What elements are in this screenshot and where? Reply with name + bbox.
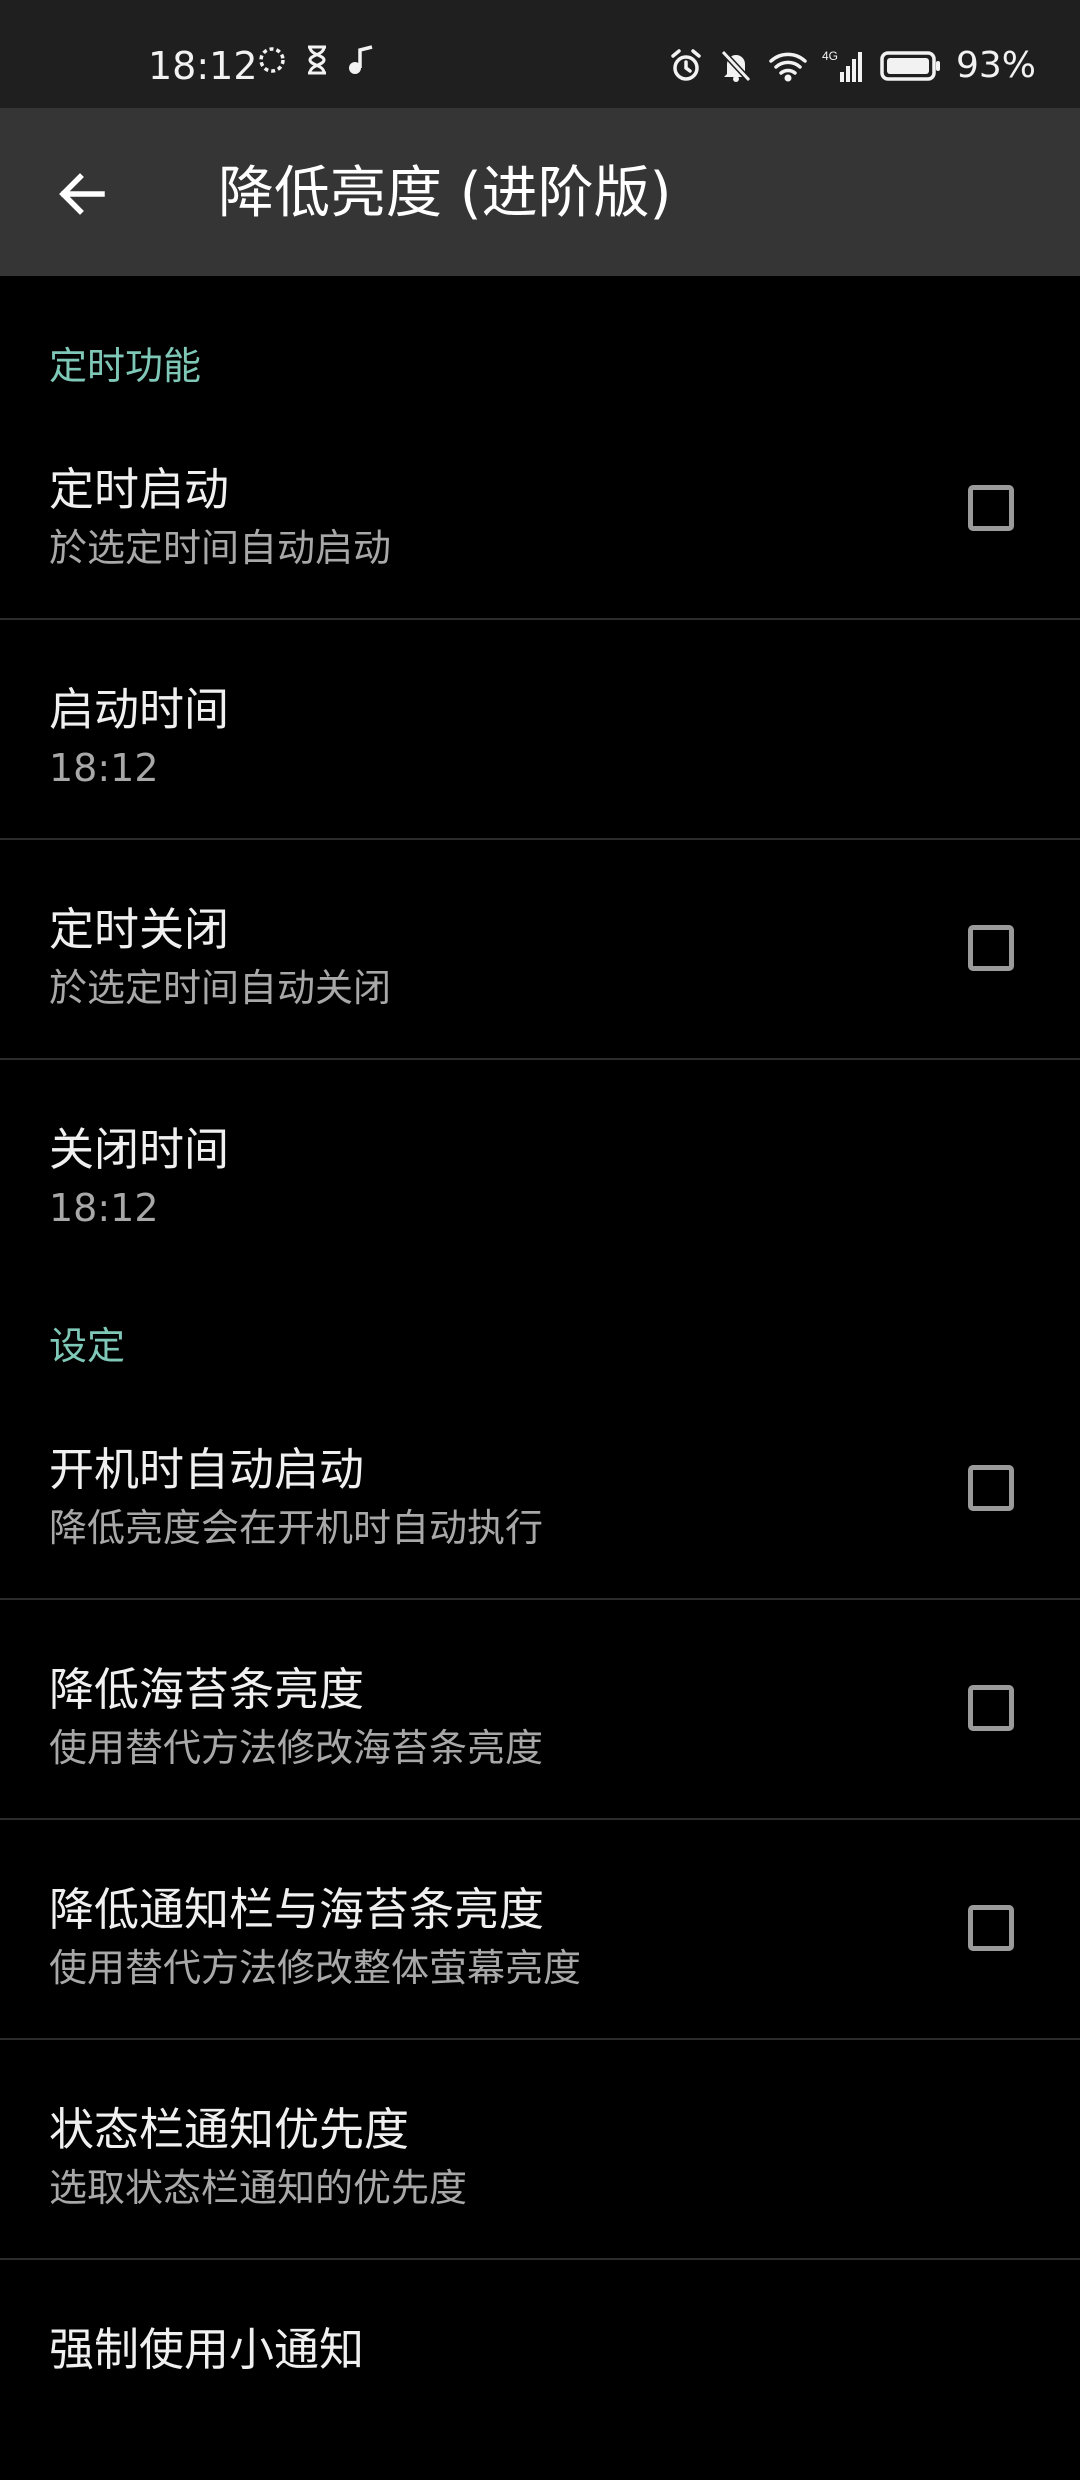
section-header-label: 设定 xyxy=(49,1324,126,1368)
network-label: 4G xyxy=(822,49,838,63)
pref-summary: 选取状态栏通知的优先度 xyxy=(49,2166,468,2210)
pref-summary: 於选定时间自动启动 xyxy=(49,526,392,570)
section-header-timer: 定时功能 xyxy=(0,276,1080,400)
pref-title: 定时关闭 xyxy=(49,903,230,956)
pref-summary: 於选定时间自动关闭 xyxy=(49,966,392,1010)
pref-title: 开机时自动启动 xyxy=(49,1443,365,1496)
pref-summary: 降低亮度会在开机时自动执行 xyxy=(49,1506,544,1550)
section-header-label: 定时功能 xyxy=(49,344,202,388)
status-left-icons xyxy=(256,44,376,76)
pref-title: 关闭时间 xyxy=(49,1123,230,1176)
pref-title: 启动时间 xyxy=(49,683,230,736)
pref-dim-navbar[interactable]: 降低海苔条亮度 使用替代方法修改海苔条亮度 xyxy=(0,1600,1080,1820)
status-right-icons: 4G 93% xyxy=(668,44,1036,88)
sync-circle-icon xyxy=(256,44,288,76)
pref-dim-statusbar-navbar[interactable]: 降低通知栏与海苔条亮度 使用替代方法修改整体萤幕亮度 xyxy=(0,1820,1080,2040)
wifi-icon xyxy=(768,48,808,84)
bell-muted-icon xyxy=(718,48,754,84)
pref-title: 强制使用小通知 xyxy=(49,2323,365,2376)
battery-icon xyxy=(880,49,942,83)
hourglass-icon xyxy=(304,44,330,76)
pref-title: 降低海苔条亮度 xyxy=(49,1663,365,1716)
section-header-settings: 设定 xyxy=(0,1280,1080,1380)
pref-force-small-notification[interactable]: 强制使用小通知 xyxy=(0,2260,1080,2480)
pref-summary: 18:12 xyxy=(49,1186,159,1230)
pref-start-time[interactable]: 启动时间 18:12 xyxy=(0,620,1080,840)
dim-navbar-checkbox[interactable] xyxy=(968,1685,1014,1731)
dim-statusbar-navbar-checkbox[interactable] xyxy=(968,1905,1014,1951)
pref-title: 定时启动 xyxy=(49,463,230,516)
battery-percent: 93% xyxy=(955,45,1036,86)
signal-4g-icon: 4G xyxy=(822,48,866,84)
arrow-back-icon xyxy=(59,173,105,215)
start-on-boot-checkbox[interactable] xyxy=(968,1465,1014,1511)
pref-title: 状态栏通知优先度 xyxy=(49,2103,410,2156)
preferences-list: 定时功能 定时启动 於选定时间自动启动 启动时间 18:12 定时关闭 於选定时… xyxy=(0,276,1080,2480)
scheduled-stop-checkbox[interactable] xyxy=(968,925,1014,971)
app-toolbar: 降低亮度 (进阶版) xyxy=(0,108,1080,276)
pref-notification-priority[interactable]: 状态栏通知优先度 选取状态栏通知的优先度 xyxy=(0,2040,1080,2260)
music-note-icon xyxy=(346,44,376,76)
pref-stop-time[interactable]: 关闭时间 18:12 xyxy=(0,1060,1080,1280)
pref-start-on-boot[interactable]: 开机时自动启动 降低亮度会在开机时自动执行 xyxy=(0,1380,1080,1600)
pref-scheduled-stop[interactable]: 定时关闭 於选定时间自动关闭 xyxy=(0,840,1080,1060)
alarm-icon xyxy=(668,48,704,84)
pref-summary: 使用替代方法修改海苔条亮度 xyxy=(49,1726,544,1770)
status-bar: 18:12 4G 93% xyxy=(0,0,1080,108)
pref-summary: 使用替代方法修改整体萤幕亮度 xyxy=(49,1946,582,1990)
pref-title: 降低通知栏与海苔条亮度 xyxy=(49,1883,545,1936)
back-button[interactable] xyxy=(46,158,118,230)
status-time: 18:12 xyxy=(148,44,258,88)
page-title: 降低亮度 (进阶版) xyxy=(218,161,672,226)
scheduled-start-checkbox[interactable] xyxy=(968,485,1014,531)
pref-summary: 18:12 xyxy=(49,746,159,790)
pref-scheduled-start[interactable]: 定时启动 於选定时间自动启动 xyxy=(0,400,1080,620)
